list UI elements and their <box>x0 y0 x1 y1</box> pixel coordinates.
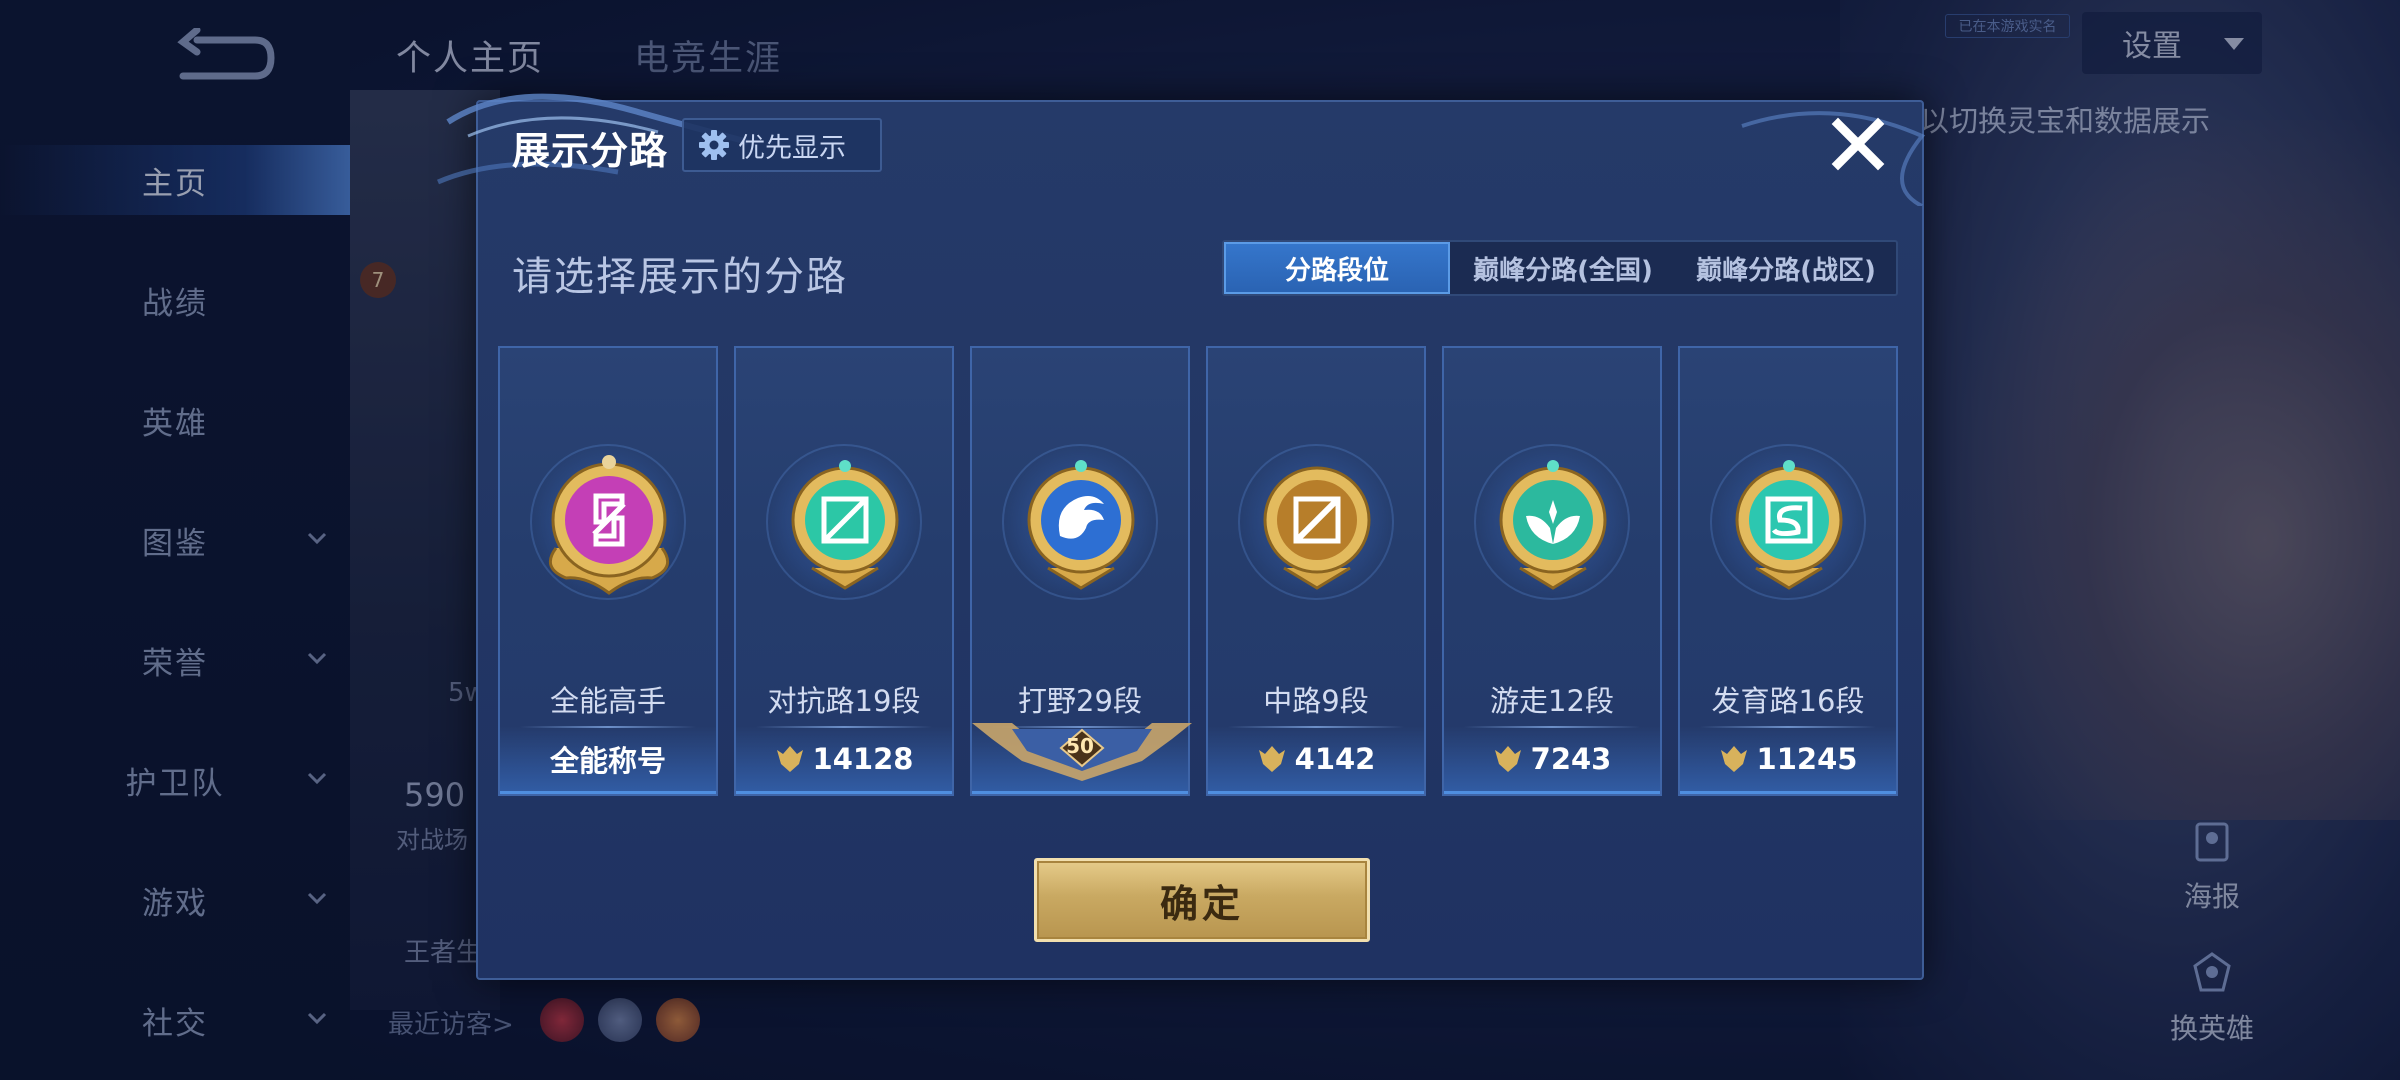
roam-emblem-icon <box>1499 460 1607 590</box>
star-count-value: 50 <box>1066 734 1094 758</box>
dialog-title: 展示分路 <box>512 129 669 173</box>
gear-icon <box>699 130 729 160</box>
tab-peak-lane-national[interactable]: 巅峰分路(全国) <box>1450 242 1676 294</box>
lane-display-dialog: 展示分路 优先显示 请选择展示的分路 分路段位 巅峰分路(全国) 巅峰分路(战区… <box>437 93 1926 980</box>
lane-card-footer: 4142 <box>1208 726 1424 794</box>
allround-title-label: 全能称号 <box>549 743 666 778</box>
screen: 主页 战绩 英雄 图鉴 荣誉 护卫队 游戏 社交 7 5w 590 对战场 王者… <box>0 0 2400 1080</box>
priority-display-label: 优先显示 <box>738 132 846 164</box>
lane-card-footer: 全能称号 <box>500 726 716 794</box>
lane-card-mid[interactable]: 中路9段 4142 <box>1206 346 1426 796</box>
lane-points-value: 4142 <box>1294 741 1376 776</box>
lane-type-tabs: 分路段位 巅峰分路(全国) 巅峰分路(战区) <box>1222 240 1898 296</box>
peak-points-icon <box>776 745 803 772</box>
lane-card-allround[interactable]: 全能高手 全能称号 <box>498 346 718 796</box>
jungle-emblem-icon <box>1027 460 1135 590</box>
lane-rank-label: 中路9段 <box>1263 684 1369 718</box>
lane-card-footer: 7243 <box>1444 726 1660 794</box>
lane-points-value: 11245 <box>1756 741 1858 776</box>
lane-card-footer: 50 <box>972 723 1192 794</box>
farm-lane-emblem-icon <box>1735 460 1843 590</box>
allround-emblem-icon <box>548 455 670 595</box>
tab-peak-lane-region[interactable]: 巅峰分路(战区) <box>1676 242 1896 294</box>
lane-card-footer: 14128 <box>736 726 952 794</box>
peak-points-icon <box>1494 745 1521 772</box>
peak-points-icon <box>1720 745 1747 772</box>
lane-card-jungle[interactable]: 打野29段 50 <box>970 346 1192 796</box>
priority-display-button[interactable]: 优先显示 <box>682 118 882 172</box>
mid-lane-emblem-icon <box>1263 466 1371 590</box>
clash-lane-emblem-icon <box>791 460 899 590</box>
close-icon[interactable] <box>1828 114 1888 174</box>
lane-rank-label: 发育路16段 <box>1711 684 1865 718</box>
peak-points-icon <box>1258 745 1285 772</box>
lane-rank-label: 全能高手 <box>549 684 666 718</box>
dialog-subtitle: 请选择展示的分路 <box>512 254 848 300</box>
lane-points-value: 14128 <box>812 741 914 776</box>
lane-points-value: 7243 <box>1530 741 1612 776</box>
lane-card-footer: 11245 <box>1680 726 1896 794</box>
lane-card-roam[interactable]: 游走12段 7243 <box>1442 346 1662 796</box>
tab-lane-rank[interactable]: 分路段位 <box>1224 242 1450 294</box>
lane-rank-label: 打野29段 <box>1018 684 1142 718</box>
lane-card-clash[interactable]: 对抗路19段 14128 <box>734 346 954 796</box>
lane-rank-label: 对抗路19段 <box>767 684 921 718</box>
confirm-button[interactable]: 确定 <box>1034 858 1370 942</box>
lane-card-farm[interactable]: 发育路16段 11245 <box>1678 346 1898 796</box>
lane-rank-label: 游走12段 <box>1490 684 1614 718</box>
